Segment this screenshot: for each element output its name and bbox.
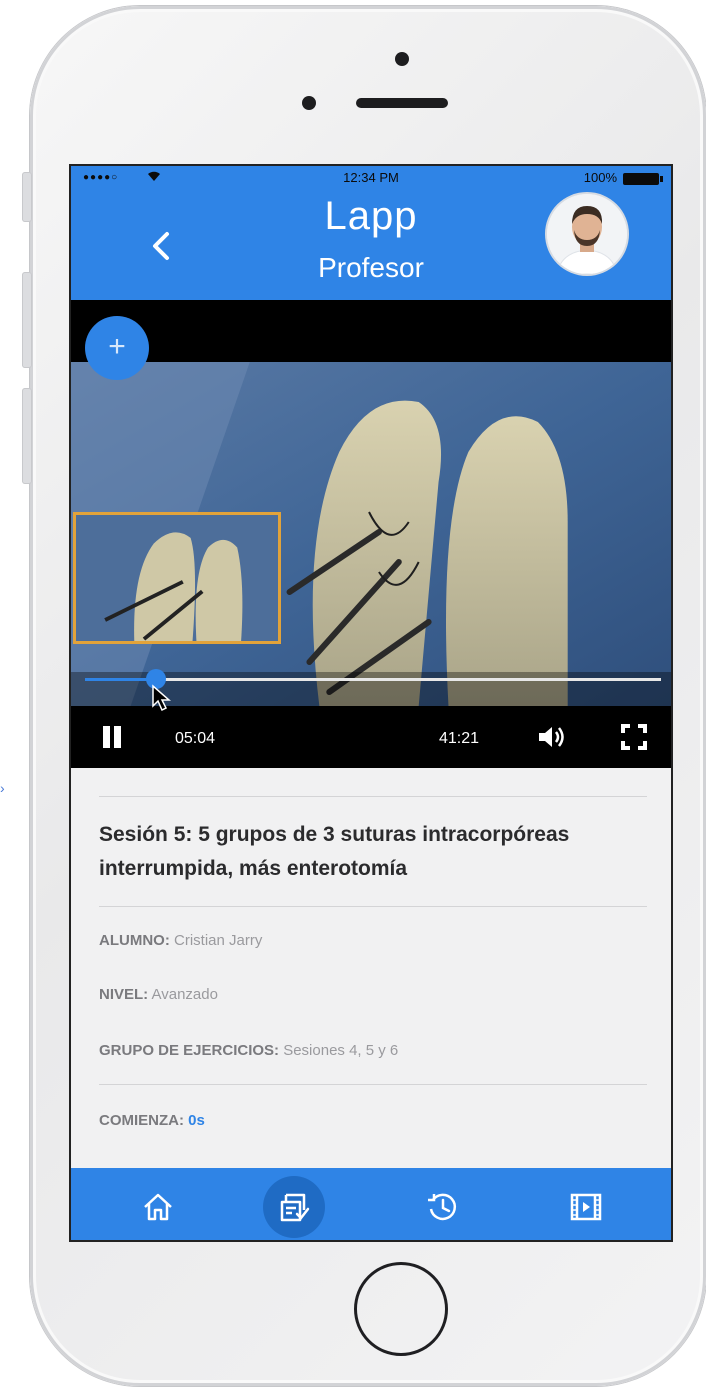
tab-bar — [71, 1168, 671, 1240]
edge-caret-icon: › — [0, 780, 5, 796]
video-controls: 05:04 41:21 — [71, 706, 671, 768]
fullscreen-icon[interactable] — [621, 724, 647, 750]
video-library-icon — [570, 1193, 602, 1221]
app-header: ●●●●○ 12:34 PM 100% Lapp Profesor — [71, 166, 671, 300]
total-time: 41:21 — [439, 730, 480, 747]
divider — [99, 1084, 647, 1085]
volume-up-button[interactable] — [22, 272, 32, 368]
earpiece-speaker — [356, 98, 448, 108]
detail-exercise-group: GRUPO DE EJERCICIOS: Sesiones 4, 5 y 6 — [99, 1042, 398, 1059]
add-annotation-button[interactable]: + — [85, 316, 149, 380]
sensor-dot — [395, 52, 409, 66]
volume-icon[interactable] — [537, 724, 565, 750]
detail-level-value: Avanzado — [151, 986, 218, 1003]
app-screen: ●●●●○ 12:34 PM 100% Lapp Profesor + 05:0… — [69, 164, 673, 1242]
status-time: 12:34 PM — [343, 170, 399, 185]
evaluation-icon — [280, 1193, 310, 1222]
video-player[interactable]: + 05:04 41:21 — [71, 300, 671, 768]
session-details: Sesión 5: 5 grupos de 3 suturas intracor… — [71, 768, 671, 1174]
pip-video-frame — [76, 515, 278, 641]
detail-exercise-group-value: Sesiones 4, 5 y 6 — [283, 1042, 399, 1059]
history-icon — [428, 1193, 457, 1221]
tab-evaluations[interactable] — [263, 1176, 325, 1238]
volume-down-button[interactable] — [22, 388, 32, 484]
pause-icon[interactable] — [101, 726, 123, 748]
status-bar: ●●●●○ 12:34 PM 100% — [71, 166, 671, 190]
current-time: 05:04 — [175, 730, 216, 747]
divider — [99, 906, 647, 907]
tab-history[interactable] — [411, 1176, 473, 1238]
detail-student-key: ALUMNO: — [99, 932, 170, 949]
detail-level-key: NIVEL: — [99, 986, 149, 1003]
battery-percent: 100% — [583, 170, 617, 185]
home-icon — [144, 1193, 172, 1221]
picture-in-picture-view[interactable] — [73, 512, 281, 644]
detail-start-key: COMIENZA: — [99, 1112, 184, 1129]
detail-level: NIVEL: Avanzado — [99, 986, 218, 1003]
tab-home[interactable] — [127, 1176, 189, 1238]
video-progress-track[interactable] — [85, 669, 661, 689]
detail-start-value: 0s — [188, 1112, 205, 1129]
detail-student: ALUMNO: Cristian Jarry — [99, 932, 262, 949]
battery-icon — [623, 173, 663, 185]
session-title: Sesión 5: 5 grupos de 3 suturas intracor… — [99, 823, 570, 880]
home-button[interactable] — [354, 1262, 448, 1356]
profile-photo — [547, 194, 627, 274]
detail-start: COMIENZA: 0s — [99, 1112, 205, 1129]
avatar[interactable] — [547, 194, 627, 274]
divider — [99, 796, 647, 797]
detail-exercise-group-key: GRUPO DE EJERCICIOS: — [99, 1042, 280, 1059]
mute-switch[interactable] — [22, 172, 32, 222]
front-camera — [302, 96, 316, 110]
tab-videos[interactable] — [555, 1176, 617, 1238]
detail-student-value: Cristian Jarry — [174, 932, 263, 949]
